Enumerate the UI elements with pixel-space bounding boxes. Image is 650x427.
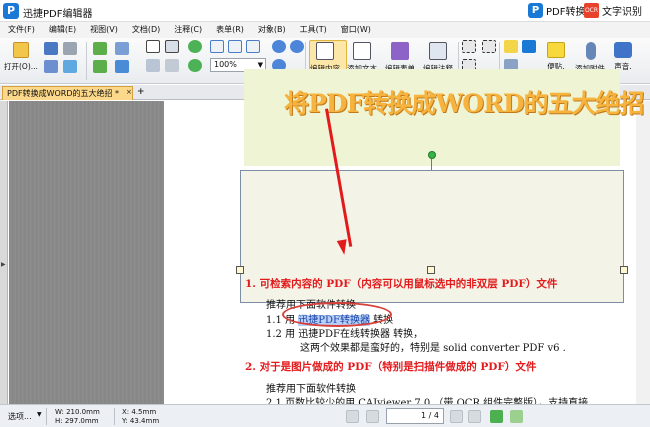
forward-view-icon[interactable] xyxy=(510,410,523,423)
add-tab-icon[interactable]: + xyxy=(137,87,145,97)
resize-icon[interactable] xyxy=(482,40,496,53)
menu-form[interactable]: 表单(R) xyxy=(208,22,250,38)
forward-icon[interactable] xyxy=(93,60,107,73)
menu-document[interactable]: 文档(D) xyxy=(124,22,166,38)
edit-content-icon xyxy=(316,42,334,60)
underline-text-icon[interactable] xyxy=(522,40,536,53)
annotation-circle xyxy=(282,302,392,327)
heading-line: 1. 可检索内容的 PDF（内容可以用鼠标选中的非双层 PDF）文件 xyxy=(245,278,558,290)
zoom-value: 100% xyxy=(214,60,237,69)
document-title: 将PDF转换成WORD的五大绝招 xyxy=(284,89,645,118)
close-icon[interactable]: × xyxy=(126,88,132,96)
status-separator xyxy=(46,408,47,425)
toolbar-separator xyxy=(86,42,87,80)
highlight-text-icon[interactable] xyxy=(504,40,518,53)
status-options[interactable]: 选项... xyxy=(8,411,32,422)
page-height: H: 297.0mm xyxy=(55,417,99,425)
print-icon[interactable] xyxy=(44,60,58,73)
title-bar: P 迅捷PDF编辑器 P PDF转换 OCR 文字识别 xyxy=(0,0,650,22)
cursor-y: Y: 43.4mm xyxy=(122,417,160,425)
undo-icon[interactable] xyxy=(115,42,129,55)
status-separator xyxy=(114,408,115,425)
email-icon[interactable] xyxy=(63,60,77,73)
zoom-in-icon[interactable] xyxy=(272,40,286,53)
scanner-icon[interactable] xyxy=(63,42,77,55)
ocr-label: 文字识别 xyxy=(602,7,642,18)
fit-page-icon[interactable] xyxy=(210,40,224,53)
status-bar: 选项... ▼ W: 210.0mm H: 297.0mm X: 4.5mm Y… xyxy=(0,404,650,427)
menu-file[interactable]: 文件(F) xyxy=(0,22,41,38)
heading-line: 2. 对于是图片做成的 PDF（特别是扫描件做成的 PDF）文件 xyxy=(245,361,537,373)
pdf-convert-label: PDF转换 xyxy=(546,7,586,18)
zoom-out-icon[interactable] xyxy=(290,40,304,53)
page-number-input[interactable]: 1 / 4 xyxy=(386,408,444,424)
next-page-button[interactable] xyxy=(450,410,463,423)
menu-view[interactable]: 视图(V) xyxy=(82,22,124,38)
back-icon[interactable] xyxy=(93,42,107,55)
ocr-icon: OCR xyxy=(584,3,599,18)
menu-tools[interactable]: 工具(T) xyxy=(292,22,333,38)
previous-page-button[interactable] xyxy=(366,410,379,423)
app-title: 迅捷PDF编辑器 xyxy=(23,9,93,20)
open-label: 打开(O)... xyxy=(4,62,38,71)
page-width: W: 210.0mm xyxy=(55,408,100,416)
open-button[interactable]: 打开(O)... xyxy=(4,42,38,72)
menu-comment[interactable]: 注释(C) xyxy=(166,22,208,38)
resize-handle[interactable] xyxy=(236,266,244,274)
pdf-convert-button[interactable]: P PDF转换 xyxy=(528,3,585,18)
back-view-icon[interactable] xyxy=(490,410,503,423)
actual-size-icon[interactable] xyxy=(246,40,260,53)
rotate-cw-icon[interactable] xyxy=(188,40,202,53)
edit-form-icon xyxy=(391,42,409,60)
paperclip-icon xyxy=(586,42,597,60)
first-page-button[interactable] xyxy=(346,410,359,423)
chevron-right-icon: ▶ xyxy=(1,261,6,268)
fit-width-icon[interactable] xyxy=(228,40,242,53)
menu-object[interactable]: 对象(B) xyxy=(250,22,292,38)
hand-tool-icon[interactable] xyxy=(146,40,160,53)
cursor-x: X: 4.5mm xyxy=(122,408,157,416)
body-line: 这两个效果都是蛮好的，特别是 solid converter PDF v6 . xyxy=(300,343,566,354)
body-line: 推荐用下面软件转换 xyxy=(266,384,356,395)
speaker-icon xyxy=(614,42,632,58)
edit-annotation-icon xyxy=(429,42,447,60)
save-icon[interactable] xyxy=(44,42,58,55)
menu-bar: 文件(F) 编辑(E) 视图(V) 文档(D) 注释(C) 表单(R) 对象(B… xyxy=(0,22,650,38)
crop-icon[interactable] xyxy=(462,40,476,53)
menu-edit[interactable]: 编辑(E) xyxy=(41,22,82,38)
last-page-button[interactable] xyxy=(468,410,481,423)
snapshot-icon[interactable] xyxy=(146,59,160,72)
rotate-ccw-icon[interactable] xyxy=(188,59,202,72)
tab-document[interactable]: PDF转换成WORD的五大绝招 * × xyxy=(2,86,133,100)
chevron-down-icon[interactable]: ▼ xyxy=(37,411,42,418)
menu-window[interactable]: 窗口(W) xyxy=(333,22,377,38)
pdf-convert-icon: P xyxy=(528,3,543,18)
sound-button[interactable]: 声音. xyxy=(614,42,632,72)
side-panel-toggle[interactable]: ▶ xyxy=(0,101,8,404)
body-line: 1.2 用 迅捷PDF在线转换器 转换， xyxy=(266,329,424,340)
tab-document-label: PDF转换成WORD的五大绝招 * xyxy=(7,89,120,98)
sticky-note-icon xyxy=(547,42,565,58)
rotate-handle[interactable] xyxy=(428,151,436,159)
sticky-note-button[interactable]: 便贴. xyxy=(547,42,565,72)
vertical-scrollbar[interactable] xyxy=(636,101,650,404)
previous-page-background xyxy=(9,101,164,404)
ocr-button[interactable]: OCR 文字识别 xyxy=(584,3,642,18)
resize-handle[interactable] xyxy=(427,266,435,274)
rotate-handle-stem xyxy=(431,159,432,170)
redo-icon[interactable] xyxy=(115,60,129,73)
add-text-icon xyxy=(353,42,371,60)
folder-icon xyxy=(12,42,29,58)
app-logo-icon: P xyxy=(3,3,19,19)
text-select-icon[interactable] xyxy=(165,59,179,72)
select-tool-icon[interactable] xyxy=(165,40,179,53)
resize-handle[interactable] xyxy=(620,266,628,274)
